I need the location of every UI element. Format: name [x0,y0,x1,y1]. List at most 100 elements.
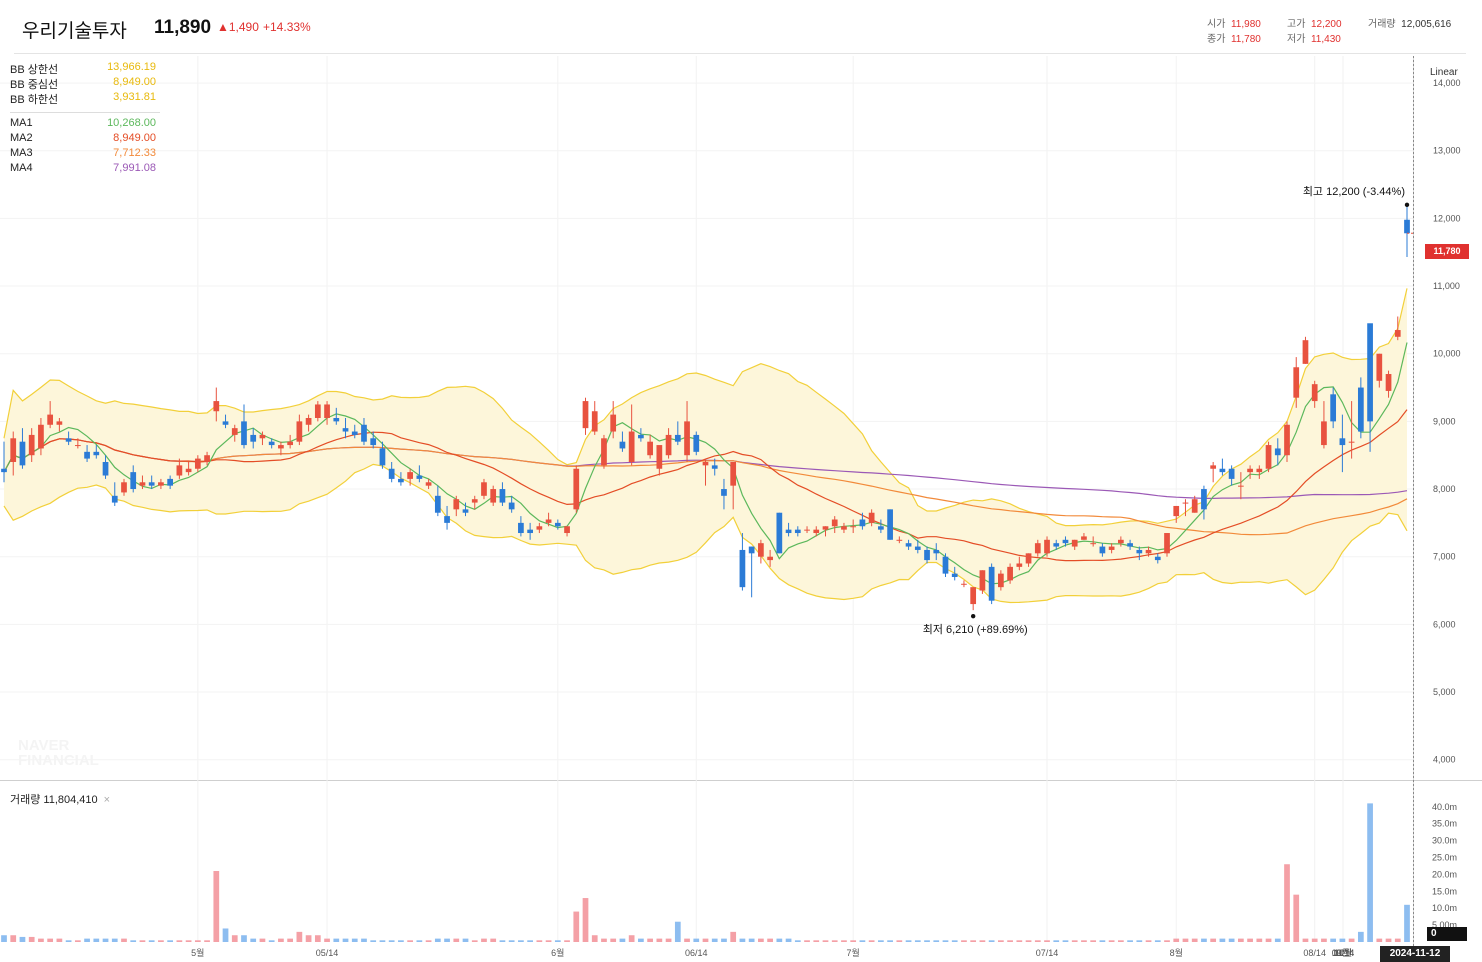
candle-body [1099,546,1106,554]
candle-body [324,404,330,418]
candle-body [1053,543,1060,547]
volume-bar [1339,938,1346,942]
volume-bar [268,940,275,942]
volume-title-text: 거래량 11,804,410 [10,794,98,806]
volume-bar [878,940,884,942]
candle-body [250,434,257,442]
scale-toggle-button[interactable]: Linear [1430,67,1458,78]
candle-body [804,529,810,531]
volume-bar [1321,938,1327,942]
volume-bar [231,935,238,942]
candle-body [1182,502,1189,504]
candle-body [231,428,238,435]
candle-body [647,441,653,456]
volume-bar [619,938,626,942]
candle-body [961,583,967,585]
volume-bar [167,940,174,942]
volume-bar [250,938,257,942]
volume-zero-tag: 0 [1427,927,1467,941]
volume-bar [1071,940,1078,942]
candle-body [601,438,607,466]
volume-bar [93,938,100,942]
candle-body [841,526,847,530]
low-marker [970,613,976,619]
candle-body [508,502,515,510]
naver-financial-watermark: NAVER FINANCIAL [18,738,99,768]
candle-body [905,543,912,547]
volume-bar [1284,864,1290,942]
volume-bar [998,940,1004,942]
candle-body [1219,468,1226,473]
candle-body [1265,445,1272,469]
candlestick-chart[interactable]: 14,000 13,000 12,000 11,000 10,000 9,000 8,000… [0,0,1482,962]
candle-body [1247,468,1253,473]
volume-bar [979,940,986,942]
candle-body [462,509,469,513]
candle-body [868,512,875,523]
candle-body [370,438,377,446]
volume-bar [1164,940,1170,942]
volume-bar [1016,940,1023,942]
volume-axis-label: 15.0m [1432,886,1457,896]
candle-body [1228,468,1235,479]
volume-panel-title: 거래량 11,804,410 × [10,791,110,807]
candle-body [19,441,26,466]
candle-body [148,482,155,486]
volume-bar [610,938,617,942]
volume-bar [518,940,524,942]
volume-axis-label: 20.0m [1432,869,1457,879]
volume-bar [1127,940,1133,942]
candle-body [407,472,413,479]
candle-body [711,465,718,469]
volume-bar [434,938,441,942]
candle-body [499,489,506,503]
candle-body [1293,367,1300,398]
last-price-tag: 11,780 [1425,244,1469,259]
volume-bar [176,940,183,942]
legend-ma2: MA2 8,949.00 [10,132,160,147]
volume-bar [148,940,155,942]
candle-body [582,401,589,429]
legend-value: 8,949.00 [113,132,156,144]
candle-body [1090,543,1097,545]
legend-label: BB 하한선 [10,94,59,106]
candle-body [896,539,903,541]
legend-bb-upper: BB 상한선 13,966.19 [10,61,160,76]
volume-bar [767,938,773,942]
candle-body [213,401,220,412]
volume-bar [1219,938,1226,942]
candle-body [554,522,561,527]
volume-bar [1090,940,1097,942]
legend-label: MA3 [10,147,33,159]
candle-body [1071,539,1078,547]
volume-axis-label: 30.0m [1432,836,1457,846]
legend-ma4: MA4 7,991.08 [10,162,160,177]
candle-body [693,434,700,452]
close-icon[interactable]: × [104,794,110,806]
candle-body [121,482,127,493]
volume-bar [416,940,423,942]
candle-body [259,434,266,439]
candle-body [545,519,552,523]
candle-body [831,519,838,527]
candle-body [1164,533,1170,554]
candle-body [444,516,450,523]
legend-value: 3,931.81 [113,91,156,103]
volume-bar [933,940,940,942]
crosshair-date-tag: 2024-11-12 [1380,946,1450,962]
volume-bar [471,940,478,942]
candle-body [1311,384,1318,402]
candle-body [924,549,930,561]
candle-body [1367,323,1373,422]
watermark-line: NAVER [18,737,70,754]
legend-ma3: MA3 7,712.33 [10,147,160,162]
volume-bar [351,938,358,942]
volume-bar [674,921,681,942]
volume-bar [536,940,543,942]
volume-bar [1145,940,1152,942]
candle-body [158,482,164,486]
volume-bar [961,940,967,942]
volume-bar [1025,940,1032,942]
legend-divider [10,112,160,113]
volume-bar [545,940,552,942]
